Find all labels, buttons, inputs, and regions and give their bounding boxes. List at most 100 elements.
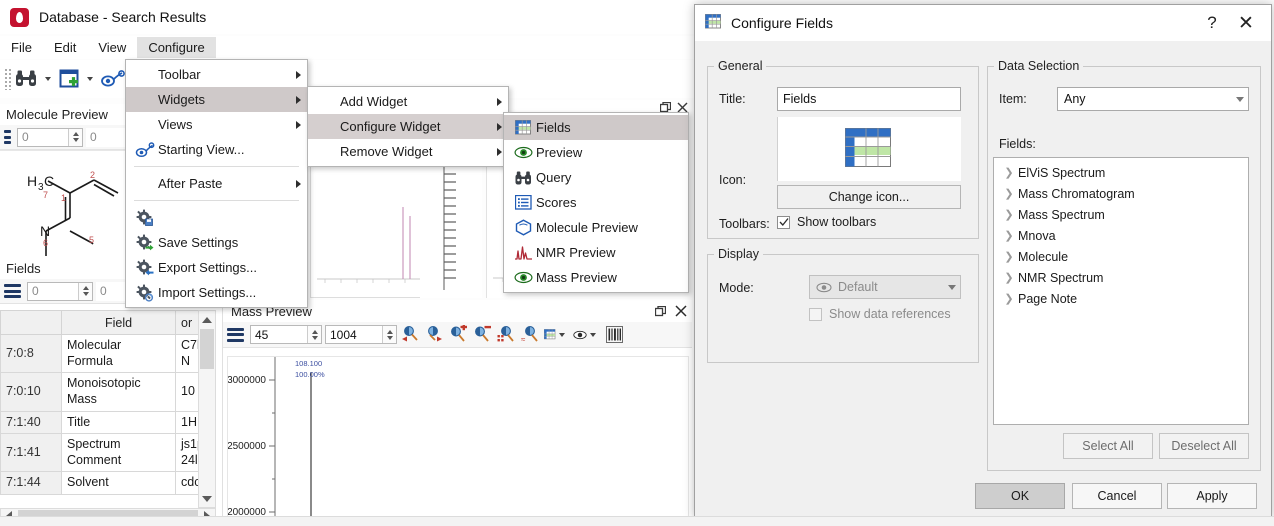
stepper-arrows[interactable] bbox=[307, 326, 321, 343]
cancel-button[interactable]: Cancel bbox=[1072, 483, 1162, 509]
stepper-arrows[interactable] bbox=[78, 282, 92, 300]
list-item[interactable]: ❯ Mass Chromatogram bbox=[994, 183, 1248, 204]
toolbar-grip[interactable] bbox=[4, 68, 11, 90]
starting-view-tool[interactable] bbox=[100, 68, 126, 90]
search-tool[interactable] bbox=[14, 68, 56, 90]
table-row[interactable]: 7:1:41 Spectrum Comment js1p 24l bbox=[0, 433, 200, 473]
menu-file[interactable]: File bbox=[0, 37, 43, 58]
fields-table-vscrollbar[interactable] bbox=[198, 310, 216, 508]
chevron-right-icon[interactable]: ❯ bbox=[1000, 208, 1018, 221]
chevron-down-icon[interactable] bbox=[45, 77, 51, 81]
chevron-down-icon[interactable] bbox=[590, 332, 596, 337]
show-toolbars-checkbox[interactable] bbox=[777, 215, 790, 229]
zoom-auto-button[interactable]: ≈ bbox=[520, 324, 541, 345]
menu-item-remove-widget[interactable]: Remove Widget bbox=[308, 139, 508, 164]
table-view-button[interactable] bbox=[544, 324, 570, 345]
menu-item-starting-view[interactable]: Starting View... bbox=[126, 137, 307, 162]
menu-item-mass-preview[interactable]: Mass Preview bbox=[504, 265, 688, 290]
chevron-right-icon[interactable]: ❯ bbox=[1000, 250, 1018, 263]
table-row[interactable]: 7:1:44 Solvent cdc bbox=[0, 471, 200, 495]
add-spectrum-button[interactable] bbox=[448, 324, 469, 345]
change-icon-button[interactable]: Change icon... bbox=[777, 185, 961, 209]
chevron-right-icon[interactable]: ❯ bbox=[1000, 187, 1018, 200]
show-toolbars-checkbox-wrap[interactable]: Show toolbars bbox=[777, 215, 876, 229]
menu-item-after-paste[interactable]: After Paste bbox=[126, 171, 307, 196]
barcode-button[interactable] bbox=[604, 324, 625, 345]
help-button[interactable]: ? bbox=[1195, 13, 1229, 33]
list-item[interactable]: ❯ NMR Spectrum bbox=[994, 267, 1248, 288]
menu-view[interactable]: View bbox=[87, 37, 137, 58]
zoom-selection-button[interactable] bbox=[496, 324, 517, 345]
stepper-arrows[interactable] bbox=[382, 326, 396, 343]
remove-spectrum-button[interactable] bbox=[472, 324, 493, 345]
chevron-right-icon[interactable]: ❯ bbox=[1000, 292, 1018, 305]
col-header-field[interactable]: Field bbox=[61, 310, 176, 335]
menu-item-fields[interactable]: Fields bbox=[504, 115, 688, 140]
visibility-button[interactable] bbox=[573, 324, 601, 345]
list-item[interactable]: ❯ Mnova bbox=[994, 225, 1248, 246]
menu-item-configure-widget[interactable]: Configure Widget bbox=[308, 114, 508, 139]
list-item[interactable]: ❯ Page Note bbox=[994, 288, 1248, 309]
apply-button[interactable]: Apply bbox=[1167, 483, 1257, 509]
scroll-up-button[interactable] bbox=[199, 311, 215, 328]
ok-button[interactable]: OK bbox=[975, 483, 1065, 509]
item-select[interactable]: Any bbox=[1057, 87, 1249, 111]
menu-item-scores[interactable]: Scores bbox=[504, 190, 688, 215]
mass-range-from-stepper[interactable]: 45 bbox=[250, 325, 322, 344]
col-header-id[interactable] bbox=[0, 310, 62, 335]
menu-item-factory-settings[interactable]: Import Settings... bbox=[126, 280, 307, 305]
fields-index-stepper[interactable]: 0 bbox=[27, 281, 93, 301]
chevron-right-icon[interactable]: ❯ bbox=[1000, 229, 1018, 242]
list-item[interactable]: ❯ Mass Spectrum bbox=[994, 204, 1248, 225]
chevron-right-icon[interactable]: ❯ bbox=[1000, 166, 1018, 179]
show-data-references-checkbox-wrap[interactable]: Show data references bbox=[809, 307, 951, 321]
menu-item-export-settings[interactable]: Save Settings bbox=[126, 230, 307, 255]
previous-spectrum-button[interactable] bbox=[400, 324, 421, 345]
scroll-thumb[interactable] bbox=[200, 329, 214, 369]
mass-spectrum-plot[interactable]: 108.100 100.00% 3000000 2500000 2000000 bbox=[227, 356, 689, 524]
fields-listbox[interactable]: ❯ ElViS Spectrum ❯ Mass Chromatogram ❯ M… bbox=[993, 157, 1249, 425]
restore-window-icon[interactable] bbox=[655, 305, 666, 317]
mode-select[interactable]: Default bbox=[809, 275, 961, 299]
menu-edit[interactable]: Edit bbox=[43, 37, 87, 58]
hamburger-icon[interactable] bbox=[227, 327, 244, 342]
title-input[interactable]: Fields bbox=[777, 87, 961, 111]
menu-item-molecule-preview[interactable]: Molecule Preview bbox=[504, 215, 688, 240]
new-document-tool[interactable] bbox=[58, 68, 98, 90]
table-row[interactable]: 7:0:10 Monoisotopic Mass 10 bbox=[0, 372, 200, 412]
list-item[interactable]: ❯ Molecule bbox=[994, 246, 1248, 267]
close-icon[interactable]: ✕ bbox=[1229, 12, 1263, 35]
chevron-right-icon[interactable]: ❯ bbox=[1000, 271, 1018, 284]
menu-item-preview[interactable]: Preview bbox=[504, 140, 688, 165]
row-id: 7:1:41 bbox=[0, 433, 62, 473]
menu-item-import-settings[interactable]: Export Settings... bbox=[126, 255, 307, 280]
select-all-button[interactable]: Select All bbox=[1063, 433, 1153, 459]
hamburger-icon[interactable] bbox=[4, 284, 21, 298]
menu-item-query[interactable]: Query bbox=[504, 165, 688, 190]
mass-range-to-stepper[interactable]: 1004 bbox=[325, 325, 397, 344]
list-item[interactable]: ❯ ElViS Spectrum bbox=[994, 162, 1248, 183]
chevron-down-icon[interactable] bbox=[559, 332, 565, 337]
menu-configure[interactable]: Configure bbox=[137, 37, 216, 58]
close-icon[interactable] bbox=[677, 102, 688, 113]
hamburger-icon[interactable] bbox=[4, 130, 11, 144]
deselect-all-button[interactable]: Deselect All bbox=[1159, 433, 1249, 459]
menu-item-add-widget[interactable]: Add Widget bbox=[308, 89, 508, 114]
menu-item-toolbar[interactable]: Toolbar bbox=[126, 62, 307, 87]
molecule-index-stepper[interactable]: 0 bbox=[17, 127, 83, 147]
molecule-structure-canvas[interactable]: H3C N 7 1 2 5 6 bbox=[0, 150, 140, 256]
show-data-references-checkbox[interactable] bbox=[809, 307, 822, 321]
col-header-value[interactable]: or bbox=[175, 310, 200, 335]
restore-window-icon[interactable] bbox=[660, 101, 671, 113]
chevron-down-icon[interactable] bbox=[87, 77, 93, 81]
close-icon[interactable] bbox=[675, 305, 687, 317]
menu-item-views[interactable]: Views bbox=[126, 112, 307, 137]
scroll-down-button[interactable] bbox=[199, 490, 215, 507]
stepper-arrows[interactable] bbox=[68, 128, 82, 146]
table-row[interactable]: 7:1:40 Title 1H bbox=[0, 410, 200, 435]
menu-item-save-settings[interactable] bbox=[126, 205, 307, 230]
menu-item-widgets[interactable]: Widgets bbox=[126, 87, 307, 112]
table-row[interactable]: 7:0:8 Molecular Formula C7l N bbox=[0, 333, 200, 374]
next-spectrum-button[interactable] bbox=[424, 324, 445, 345]
menu-item-nmr-preview[interactable]: NMR Preview bbox=[504, 240, 688, 265]
